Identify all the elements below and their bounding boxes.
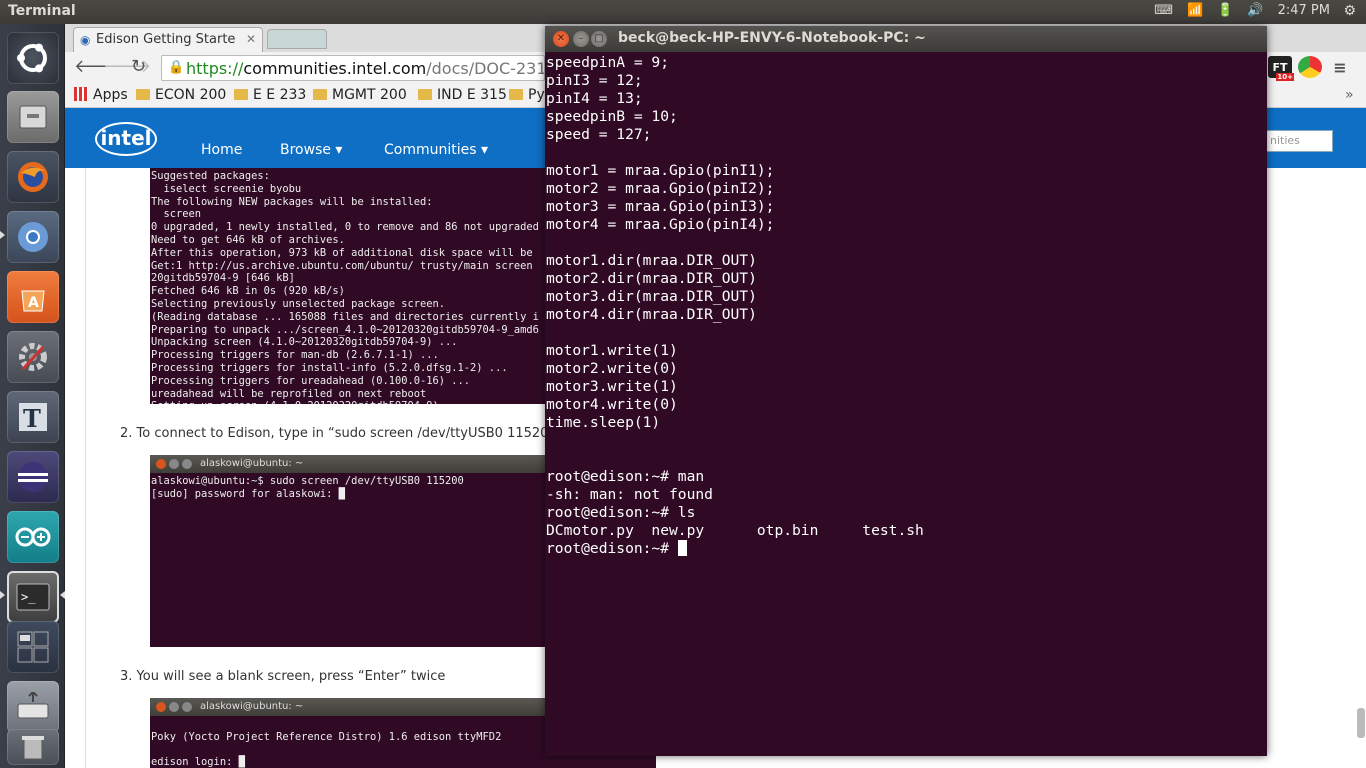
usb-drive-icon[interactable] [7, 681, 59, 733]
extension-area: FT 10+ ≡ [1268, 56, 1352, 81]
top-panel: Terminal ⌨ 📶 🔋 🔊 2:47 PM ⚙ [0, 0, 1366, 24]
search-input[interactable]: nities [1263, 130, 1333, 152]
launcher: A T >_ [0, 24, 65, 768]
bookmark-py[interactable]: Py [509, 87, 545, 103]
terminal-cursor [677, 540, 687, 556]
active-app-title: Terminal [8, 3, 76, 19]
close-tab-icon[interactable]: ✕ [246, 32, 256, 46]
ft-label: FT [1272, 60, 1288, 74]
close-window-icon[interactable]: ✕ [553, 31, 569, 47]
indicator-area: ⌨ 📶 🔋 🔊 2:47 PM [1154, 3, 1330, 18]
intel-favicon-icon: ◉ [80, 33, 91, 47]
screenshot-sudo-screen: alaskowi@ubuntu:~$ sudo screen /dev/ttyU… [150, 473, 570, 647]
chromium-icon[interactable] [7, 211, 59, 263]
intel-logo[interactable]: intel [95, 122, 157, 156]
keyboard-icon[interactable]: ⌨ [1154, 3, 1173, 18]
folder-icon [509, 89, 523, 100]
nav-communities[interactable]: Communities ▾ [384, 142, 488, 158]
maximize-window-icon[interactable]: □ [591, 31, 607, 47]
terminal-titlebar[interactable]: ✕ – □ beck@beck-HP-ENVY-6-Notebook-PC: ~ [545, 26, 1267, 52]
terminal-output[interactable]: speedpinA = 9; pinI3 = 12; pinI4 = 13; s… [546, 52, 1266, 756]
terminal-title: beck@beck-HP-ENVY-6-Notebook-PC: ~ [618, 30, 926, 46]
bookmark-mgmt-200[interactable]: MGMT 200 [313, 87, 407, 103]
folder-icon [234, 89, 248, 100]
files-icon[interactable] [7, 91, 59, 143]
running-indicator [0, 591, 5, 599]
folder-icon [136, 89, 150, 100]
folder-icon [313, 89, 327, 100]
software-center-icon[interactable]: A [7, 271, 59, 323]
session-gear-icon[interactable]: ⚙ [1343, 3, 1356, 19]
firefox-icon[interactable] [7, 151, 59, 203]
bookmark-label: IND E 315 [437, 87, 507, 103]
url-path: /docs/DOC-23149#j [426, 59, 544, 78]
eclipse-icon[interactable] [7, 451, 59, 503]
trash-icon[interactable] [7, 729, 59, 765]
tab-edison-getting-started[interactable]: ◉ Edison Getting Starte ✕ [73, 27, 263, 52]
nav-home[interactable]: Home [201, 142, 242, 158]
screenshot-terminal-title: alaskowi@ubuntu: ~ [200, 701, 304, 712]
volume-icon[interactable]: 🔊 [1247, 3, 1263, 18]
nav-browse[interactable]: Browse ▾ [280, 142, 342, 158]
lock-icon: 🔒 [168, 60, 185, 75]
step-2-text: 2. To connect to Edison, type in “sudo s… [120, 426, 593, 441]
clock[interactable]: 2:47 PM [1278, 3, 1330, 18]
url-host: communities.intel.com [243, 59, 427, 78]
bookmark-ee-233[interactable]: E E 233 [234, 87, 306, 103]
page-scrollbar[interactable] [1357, 708, 1365, 738]
texmaker-icon[interactable]: T [7, 391, 59, 443]
wifi-icon[interactable]: 📶 [1187, 3, 1203, 18]
ft-extension-icon[interactable]: FT 10+ [1268, 56, 1294, 81]
terminal-lines: speedpinA = 9; pinI3 = 12; pinI4 = 13; s… [546, 54, 924, 539]
bookmark-ind-e-315[interactable]: IND E 315 [418, 87, 507, 103]
tab-title: Edison Getting Starte [96, 32, 236, 47]
bookmark-label: MGMT 200 [332, 87, 407, 103]
bookmark-econ-200[interactable]: ECON 200 [136, 87, 226, 103]
bookmark-label: ECON 200 [155, 87, 227, 103]
terminal-prompt: root@edison:~# [546, 540, 678, 557]
svg-text:A: A [28, 295, 39, 311]
menu-icon[interactable]: ≡ [1328, 56, 1352, 78]
bookmark-label: Apps [93, 87, 128, 103]
chrome-extension-icon[interactable] [1298, 56, 1322, 78]
url-scheme: https:// [186, 59, 244, 78]
terminal-window: ✕ – □ beck@beck-HP-ENVY-6-Notebook-PC: ~… [545, 26, 1267, 756]
battery-icon[interactable]: 🔋 [1217, 3, 1233, 18]
bookmarks-overflow-icon[interactable]: » [1345, 87, 1354, 103]
bookmark-label: E E 233 [253, 87, 307, 103]
terminal-icon[interactable]: >_ [7, 571, 59, 623]
ubuntu-dash-icon[interactable] [7, 32, 59, 84]
folder-icon [418, 89, 432, 100]
arduino-icon[interactable] [7, 511, 59, 563]
bookmark-apps[interactable]: Apps [74, 87, 128, 103]
screenshot-terminal-titlebar: alaskowi@ubuntu: ~ [150, 455, 570, 473]
step-3-text: 3. You will see a blank screen, press “E… [120, 669, 446, 684]
apps-grid-icon [74, 87, 88, 101]
system-settings-icon[interactable] [7, 331, 59, 383]
new-tab-button[interactable] [267, 29, 327, 49]
svg-text:T: T [23, 404, 41, 433]
reload-icon[interactable]: ↻ [131, 56, 146, 77]
screenshot-terminal-title: alaskowi@ubuntu: ~ [200, 458, 304, 469]
running-indicator [0, 231, 5, 239]
workspace-switcher-icon[interactable] [7, 621, 59, 673]
minimize-window-icon[interactable]: – [573, 31, 589, 47]
ext-badge: 10+ [1276, 73, 1294, 81]
screenshot-apt-install: Suggested packages: iselect screenie byo… [150, 168, 570, 404]
svg-text:>_: >_ [21, 590, 36, 604]
address-bar[interactable]: 🔒 https://communities.intel.com/docs/DOC… [161, 55, 545, 81]
bookmark-label: Py [528, 87, 545, 103]
